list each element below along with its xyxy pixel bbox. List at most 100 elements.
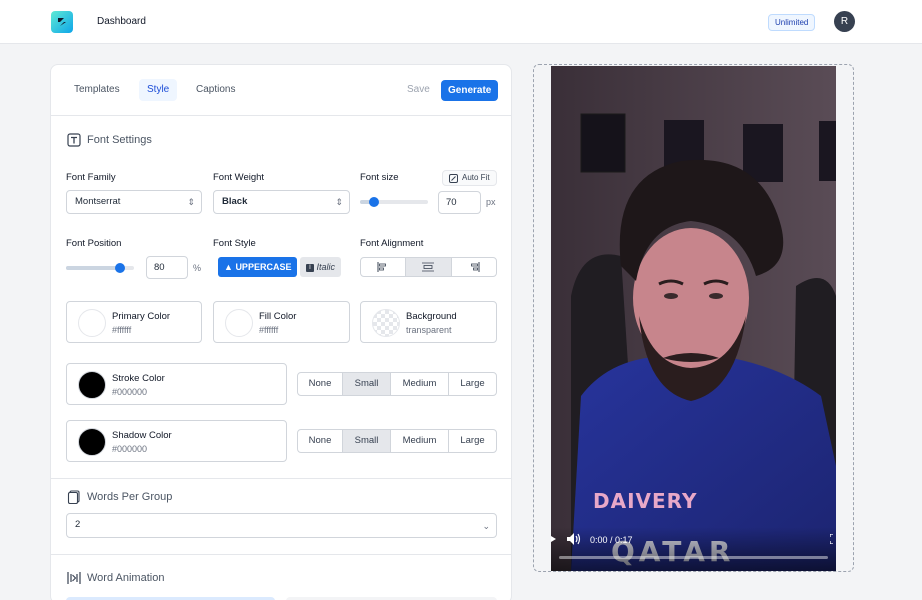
- svg-text:DAIVERY: DAIVERY: [593, 489, 697, 513]
- italic-toggle[interactable]: I Italic: [300, 257, 342, 277]
- shadow-size-large[interactable]: Large: [449, 430, 496, 452]
- align-left-button[interactable]: [361, 258, 407, 276]
- words-per-group-value: 2: [75, 519, 81, 530]
- font-position-slider[interactable]: [66, 263, 134, 273]
- stack-icon: [67, 490, 80, 504]
- section-divider: [51, 554, 511, 555]
- align-left-icon: [377, 262, 387, 272]
- font-position-label: Font Position: [66, 238, 122, 249]
- font-weight-label: Font Weight: [213, 172, 265, 183]
- video-controls: 0:00 / 0:17: [551, 527, 836, 571]
- text-icon: [67, 133, 81, 147]
- updown-chevron-icon: ⇕: [335, 197, 343, 207]
- uppercase-toggle[interactable]: ▲ UPPERCASE: [218, 257, 298, 277]
- font-weight-select[interactable]: Black ⇕: [213, 190, 350, 214]
- shadow-size-small[interactable]: Small: [343, 430, 391, 452]
- auto-fit-label: Auto Fit: [462, 173, 490, 182]
- app-title[interactable]: Dashboard: [97, 16, 146, 27]
- stroke-size-small[interactable]: Small: [343, 373, 391, 395]
- shadow-size-group: None Small Medium Large: [297, 429, 497, 453]
- font-position-slider-fill: [66, 266, 121, 270]
- align-center-icon: [422, 262, 435, 272]
- fill-color-picker[interactable]: Fill Color #ffffff: [213, 301, 350, 343]
- tab-captions[interactable]: Captions: [188, 79, 243, 101]
- transparent-swatch: [372, 309, 400, 337]
- stroke-color-value: #000000: [112, 387, 148, 397]
- stroke-color-swatch: [78, 371, 106, 399]
- uppercase-icon: ▲: [224, 262, 233, 272]
- word-animation-heading: Word Animation: [67, 571, 164, 585]
- generate-button[interactable]: Generate: [441, 80, 499, 101]
- align-right-button[interactable]: [452, 258, 496, 276]
- background-color-value: transparent: [406, 325, 452, 335]
- style-settings-panel: Templates Style Captions Save Generate F…: [50, 64, 512, 600]
- words-per-group-heading: Words Per Group: [67, 490, 172, 504]
- fill-color-swatch: [225, 309, 253, 337]
- auto-fit-icon: [449, 173, 458, 183]
- shadow-size-medium[interactable]: Medium: [391, 430, 449, 452]
- shadow-color-picker[interactable]: Shadow Color #000000: [66, 420, 287, 462]
- stroke-color-name: Stroke Color: [112, 373, 165, 384]
- primary-color-value: #ffffff: [112, 325, 132, 335]
- plan-badge: Unlimited: [768, 14, 816, 31]
- stroke-size-none[interactable]: None: [298, 373, 343, 395]
- primary-color-swatch: [78, 309, 106, 337]
- shadow-color-swatch: [78, 428, 106, 456]
- section-divider: [51, 478, 511, 479]
- font-size-slider-handle[interactable]: [368, 197, 379, 207]
- stroke-size-group: None Small Medium Large: [297, 372, 497, 396]
- font-size-input[interactable]: 70: [438, 191, 481, 214]
- user-avatar[interactable]: R: [834, 11, 855, 32]
- align-right-icon: [470, 262, 480, 272]
- background-color-picker[interactable]: Background transparent: [360, 301, 497, 343]
- fill-color-name: Fill Color: [259, 311, 297, 322]
- stroke-color-picker[interactable]: Stroke Color #000000: [66, 363, 287, 405]
- uppercase-label: UPPERCASE: [235, 262, 292, 272]
- stroke-size-medium[interactable]: Medium: [391, 373, 449, 395]
- tab-style[interactable]: Style: [139, 79, 178, 101]
- auto-fit-button[interactable]: Auto Fit: [442, 170, 497, 186]
- video-time: 0:00 / 0:17: [590, 535, 633, 545]
- updown-chevron-icon: ⇕: [187, 197, 195, 207]
- play-icon[interactable]: [551, 533, 557, 545]
- animation-icon: [67, 572, 81, 584]
- tab-templates[interactable]: Templates: [66, 79, 128, 101]
- font-family-select[interactable]: Montserrat ⇕: [66, 190, 202, 214]
- video-player[interactable]: DAIVERY QATAR 0:00 / 0:17: [551, 66, 836, 571]
- shadow-size-none[interactable]: None: [298, 430, 343, 452]
- font-settings-heading: Font Settings: [67, 133, 152, 147]
- font-family-value: Montserrat: [75, 196, 121, 207]
- tabs-row: Templates Style Captions Save Generate: [51, 65, 511, 116]
- words-per-group-title: Words Per Group: [87, 491, 173, 503]
- video-progress-bar[interactable]: [559, 556, 828, 559]
- chevron-down-icon: ⌄: [482, 521, 490, 531]
- shadow-color-name: Shadow Color: [112, 430, 172, 441]
- font-size-slider[interactable]: [360, 197, 428, 207]
- save-button[interactable]: Save: [399, 80, 438, 100]
- word-animation-title: Word Animation: [87, 572, 165, 584]
- font-family-label: Font Family: [66, 172, 116, 183]
- font-alignment-label: Font Alignment: [360, 238, 424, 249]
- video-frame-image: DAIVERY QATAR: [551, 66, 836, 571]
- font-position-slider-handle[interactable]: [115, 263, 126, 273]
- shadow-color-value: #000000: [112, 444, 148, 454]
- italic-label: Italic: [316, 262, 336, 272]
- font-position-input[interactable]: 80: [146, 256, 188, 279]
- words-per-group-select[interactable]: 2 ⌄: [66, 513, 497, 538]
- font-position-unit: %: [193, 263, 202, 273]
- italic-icon: I: [306, 263, 314, 272]
- app-logo-icon[interactable]: [51, 11, 73, 33]
- align-center-button[interactable]: [406, 258, 452, 276]
- top-bar: Dashboard Unlimited R: [0, 0, 922, 44]
- volume-icon[interactable]: [567, 533, 581, 545]
- font-style-label: Font Style: [213, 238, 256, 249]
- background-color-name: Background: [406, 311, 457, 322]
- fill-color-value: #ffffff: [259, 325, 279, 335]
- font-size-label: Font size: [360, 172, 399, 183]
- font-settings-title: Font Settings: [87, 134, 152, 146]
- primary-color-picker[interactable]: Primary Color #ffffff: [66, 301, 202, 343]
- fullscreen-icon[interactable]: [830, 534, 836, 544]
- font-size-unit: px: [486, 197, 496, 207]
- stroke-size-large[interactable]: Large: [449, 373, 496, 395]
- font-weight-value: Black: [222, 196, 248, 207]
